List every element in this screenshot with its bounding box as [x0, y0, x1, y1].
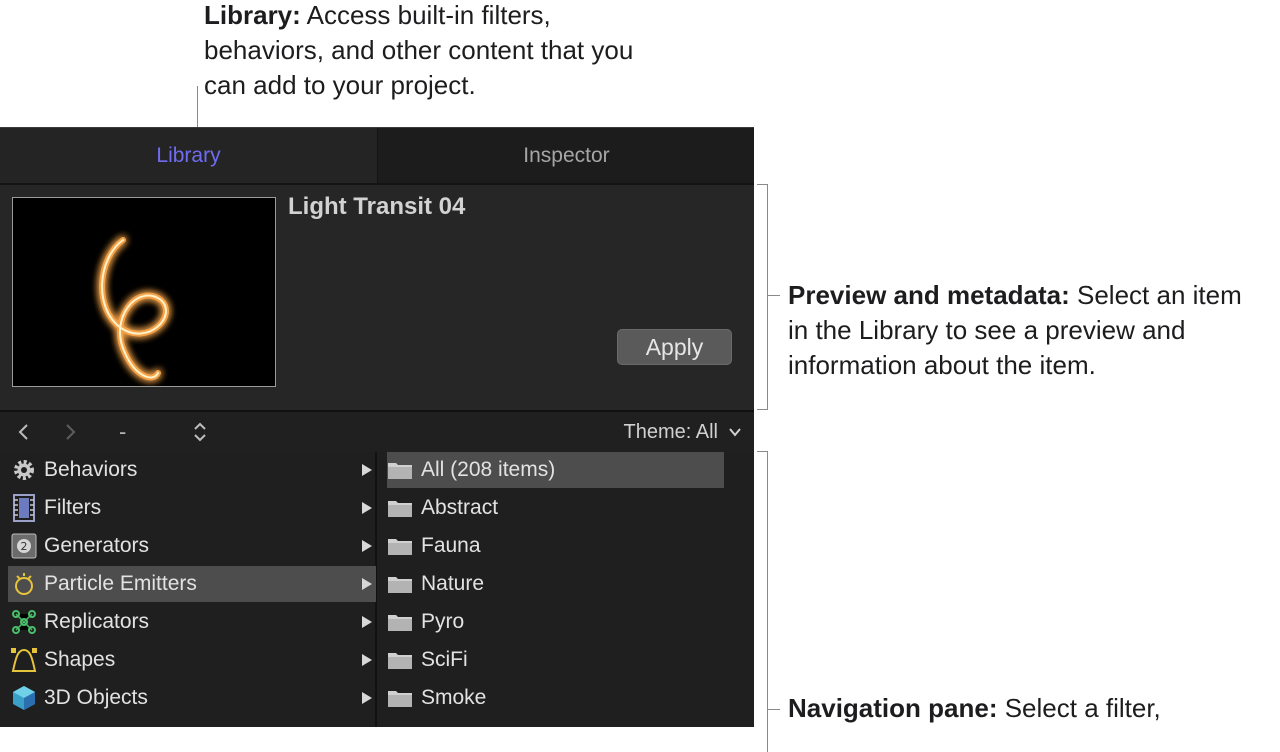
disclosure-arrow-icon[interactable] — [362, 654, 372, 666]
category-shapes[interactable]: Shapes — [8, 642, 376, 678]
folder-abstract[interactable]: Abstract — [387, 490, 724, 526]
folder-icon — [387, 498, 413, 518]
category-behaviors[interactable]: Behaviors — [8, 452, 376, 488]
theme-popup[interactable]: Theme: All — [624, 412, 718, 452]
folder-all[interactable]: All (208 items) — [387, 452, 724, 488]
category-label: Replicators — [44, 610, 150, 633]
category-list: Behaviors Filters 2 Generators Particle … — [0, 452, 377, 727]
folder-label: SciFi — [421, 648, 468, 671]
preview-bracket — [757, 184, 768, 410]
chevron-down-icon[interactable] — [728, 412, 742, 452]
category-particle-emitters[interactable]: Particle Emitters — [8, 566, 376, 602]
folder-pyro[interactable]: Pyro — [387, 604, 724, 640]
preview-area: Light Transit 04 Apply — [0, 185, 754, 409]
particle-emitter-icon — [8, 569, 40, 599]
category-label: Filters — [44, 496, 102, 519]
preview-callout: Preview and metadata: Select an item in … — [788, 278, 1268, 383]
navigation-callout-title: Navigation pane: — [788, 693, 998, 723]
shape-icon — [8, 645, 40, 675]
disclosure-arrow-icon[interactable] — [362, 464, 372, 476]
folder-icon — [387, 536, 413, 556]
category-replicators[interactable]: Replicators — [8, 604, 376, 640]
folder-icon — [387, 650, 413, 670]
folder-nature[interactable]: Nature — [387, 566, 724, 602]
folder-label: All (208 items) — [421, 458, 556, 481]
category-label: 3D Objects — [44, 686, 148, 709]
item-title: Light Transit 04 — [288, 193, 466, 220]
folder-label: Pyro — [421, 610, 465, 633]
navigation-bracket — [757, 451, 768, 752]
tab-inspector[interactable]: Inspector — [377, 128, 754, 184]
folder-list: All (208 items) Abstract Fauna Nature Py… — [379, 452, 754, 727]
disclosure-arrow-icon[interactable] — [362, 578, 372, 590]
library-leader-line — [197, 86, 198, 127]
category-3d-objects[interactable]: 3D Objects — [8, 680, 376, 716]
generator-icon: 2 — [8, 531, 40, 561]
film-icon — [8, 493, 40, 523]
category-label: Shapes — [44, 648, 116, 671]
navigation-pane: Behaviors Filters 2 Generators Particle … — [0, 452, 754, 727]
folder-scifi[interactable]: SciFi — [387, 642, 724, 678]
preview-callout-title: Preview and metadata: — [788, 280, 1070, 310]
disclosure-arrow-icon[interactable] — [362, 692, 372, 704]
folder-icon — [387, 688, 413, 708]
forward-chevron-icon[interactable] — [62, 412, 78, 452]
folder-label: Abstract — [421, 496, 499, 519]
replicator-icon — [8, 607, 40, 637]
category-label: Particle Emitters — [44, 572, 197, 595]
library-callout-title: Library: — [204, 0, 301, 30]
library-callout: Library: Access built-in filters, behavi… — [204, 0, 674, 103]
navigation-callout: Navigation pane: Select a filter, — [788, 691, 1268, 726]
category-generators[interactable]: 2 Generators — [8, 528, 376, 564]
disclosure-arrow-icon[interactable] — [362, 616, 372, 628]
navigation-callout-text: Select a filter, — [997, 693, 1161, 723]
library-toolbar: - Theme: All — [0, 410, 754, 454]
category-filters[interactable]: Filters — [8, 490, 376, 526]
category-label: Generators — [44, 534, 150, 557]
folder-label: Fauna — [421, 534, 481, 557]
back-chevron-icon[interactable] — [16, 412, 32, 452]
sort-chevron-icon[interactable] — [192, 412, 208, 452]
path-dash: - — [119, 419, 127, 444]
apply-button[interactable]: Apply — [617, 329, 732, 365]
library-panel: Library Inspector Light Transit 04 Apply — [0, 127, 754, 727]
preview-thumbnail — [12, 197, 276, 387]
disclosure-arrow-icon[interactable] — [362, 540, 372, 552]
folder-icon — [387, 460, 413, 480]
light-swirl-image — [99, 237, 169, 381]
folder-smoke[interactable]: Smoke — [387, 680, 724, 716]
navigation-bracket-tick — [768, 709, 780, 710]
tab-bar: Library Inspector — [0, 127, 754, 184]
disclosure-arrow-icon[interactable] — [362, 502, 372, 514]
folder-label: Nature — [421, 572, 485, 595]
folder-label: Smoke — [421, 686, 487, 709]
gear-icon — [8, 455, 40, 485]
svg-text:2: 2 — [21, 540, 28, 553]
tab-library[interactable]: Library — [0, 128, 377, 184]
preview-bracket-tick — [768, 295, 780, 296]
folder-icon — [387, 612, 413, 632]
folder-fauna[interactable]: Fauna — [387, 528, 724, 564]
folder-icon — [387, 574, 413, 594]
category-label: Behaviors — [44, 458, 138, 481]
cube-icon — [8, 683, 40, 713]
